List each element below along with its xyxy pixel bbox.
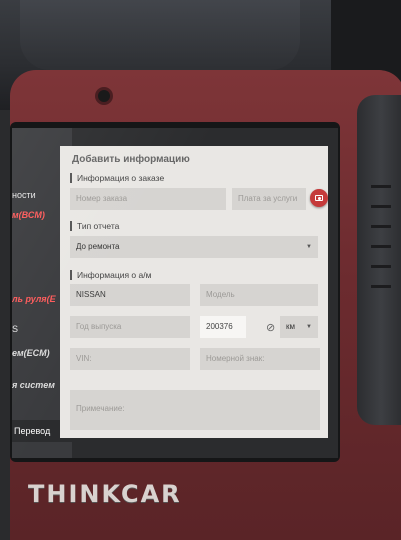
mileage-unit-value: км <box>286 322 295 331</box>
car-seat <box>20 0 300 70</box>
front-camera <box>98 90 110 102</box>
service-fee-input[interactable]: Плата за услуги <box>232 188 306 210</box>
add-info-dialog: Добавить информацию Информация о заказе … <box>60 146 328 438</box>
report-type-value: До ремонта <box>76 242 120 251</box>
bumper-groove <box>371 205 391 208</box>
camera-button[interactable] <box>310 189 328 207</box>
link-icon[interactable]: ⊘ <box>266 321 275 334</box>
dialog-title: Добавить информацию <box>72 154 190 165</box>
mileage-input[interactable]: 200376 <box>200 316 246 338</box>
report-type-label: Тип отчета <box>70 221 119 231</box>
bumper-groove <box>371 225 391 228</box>
model-input[interactable]: Модель <box>200 284 318 306</box>
mileage-unit-select[interactable]: км ▼ <box>280 316 318 338</box>
bumper-groove <box>371 285 391 288</box>
brand-logo: THINKCAR <box>28 480 182 508</box>
bumper-groove <box>371 265 391 268</box>
camera-lens <box>318 197 321 200</box>
year-input[interactable]: Год выпуска <box>70 316 190 338</box>
chevron-down-icon: ▼ <box>306 244 312 250</box>
vehicle-section-label: Информация о а/м <box>70 270 151 280</box>
make-input[interactable]: NISSAN <box>70 284 190 306</box>
order-section-label: Информация о заказе <box>70 173 164 183</box>
device-screen: ности м(ВСМ) ль руля(Е S ем(ECM) я систе… <box>12 128 338 458</box>
vin-input[interactable]: VIN: <box>70 348 190 370</box>
bumper-groove <box>371 185 391 188</box>
order-number-input[interactable]: Номер заказа <box>70 188 226 210</box>
tablet-side-bumper <box>357 95 401 425</box>
chevron-down-icon: ▼ <box>306 324 312 330</box>
report-type-select[interactable]: До ремонта ▼ <box>70 236 318 258</box>
bumper-groove <box>371 245 391 248</box>
note-textarea[interactable]: Примечание: <box>70 390 320 430</box>
plate-input[interactable]: Номерной знак: <box>200 348 320 370</box>
